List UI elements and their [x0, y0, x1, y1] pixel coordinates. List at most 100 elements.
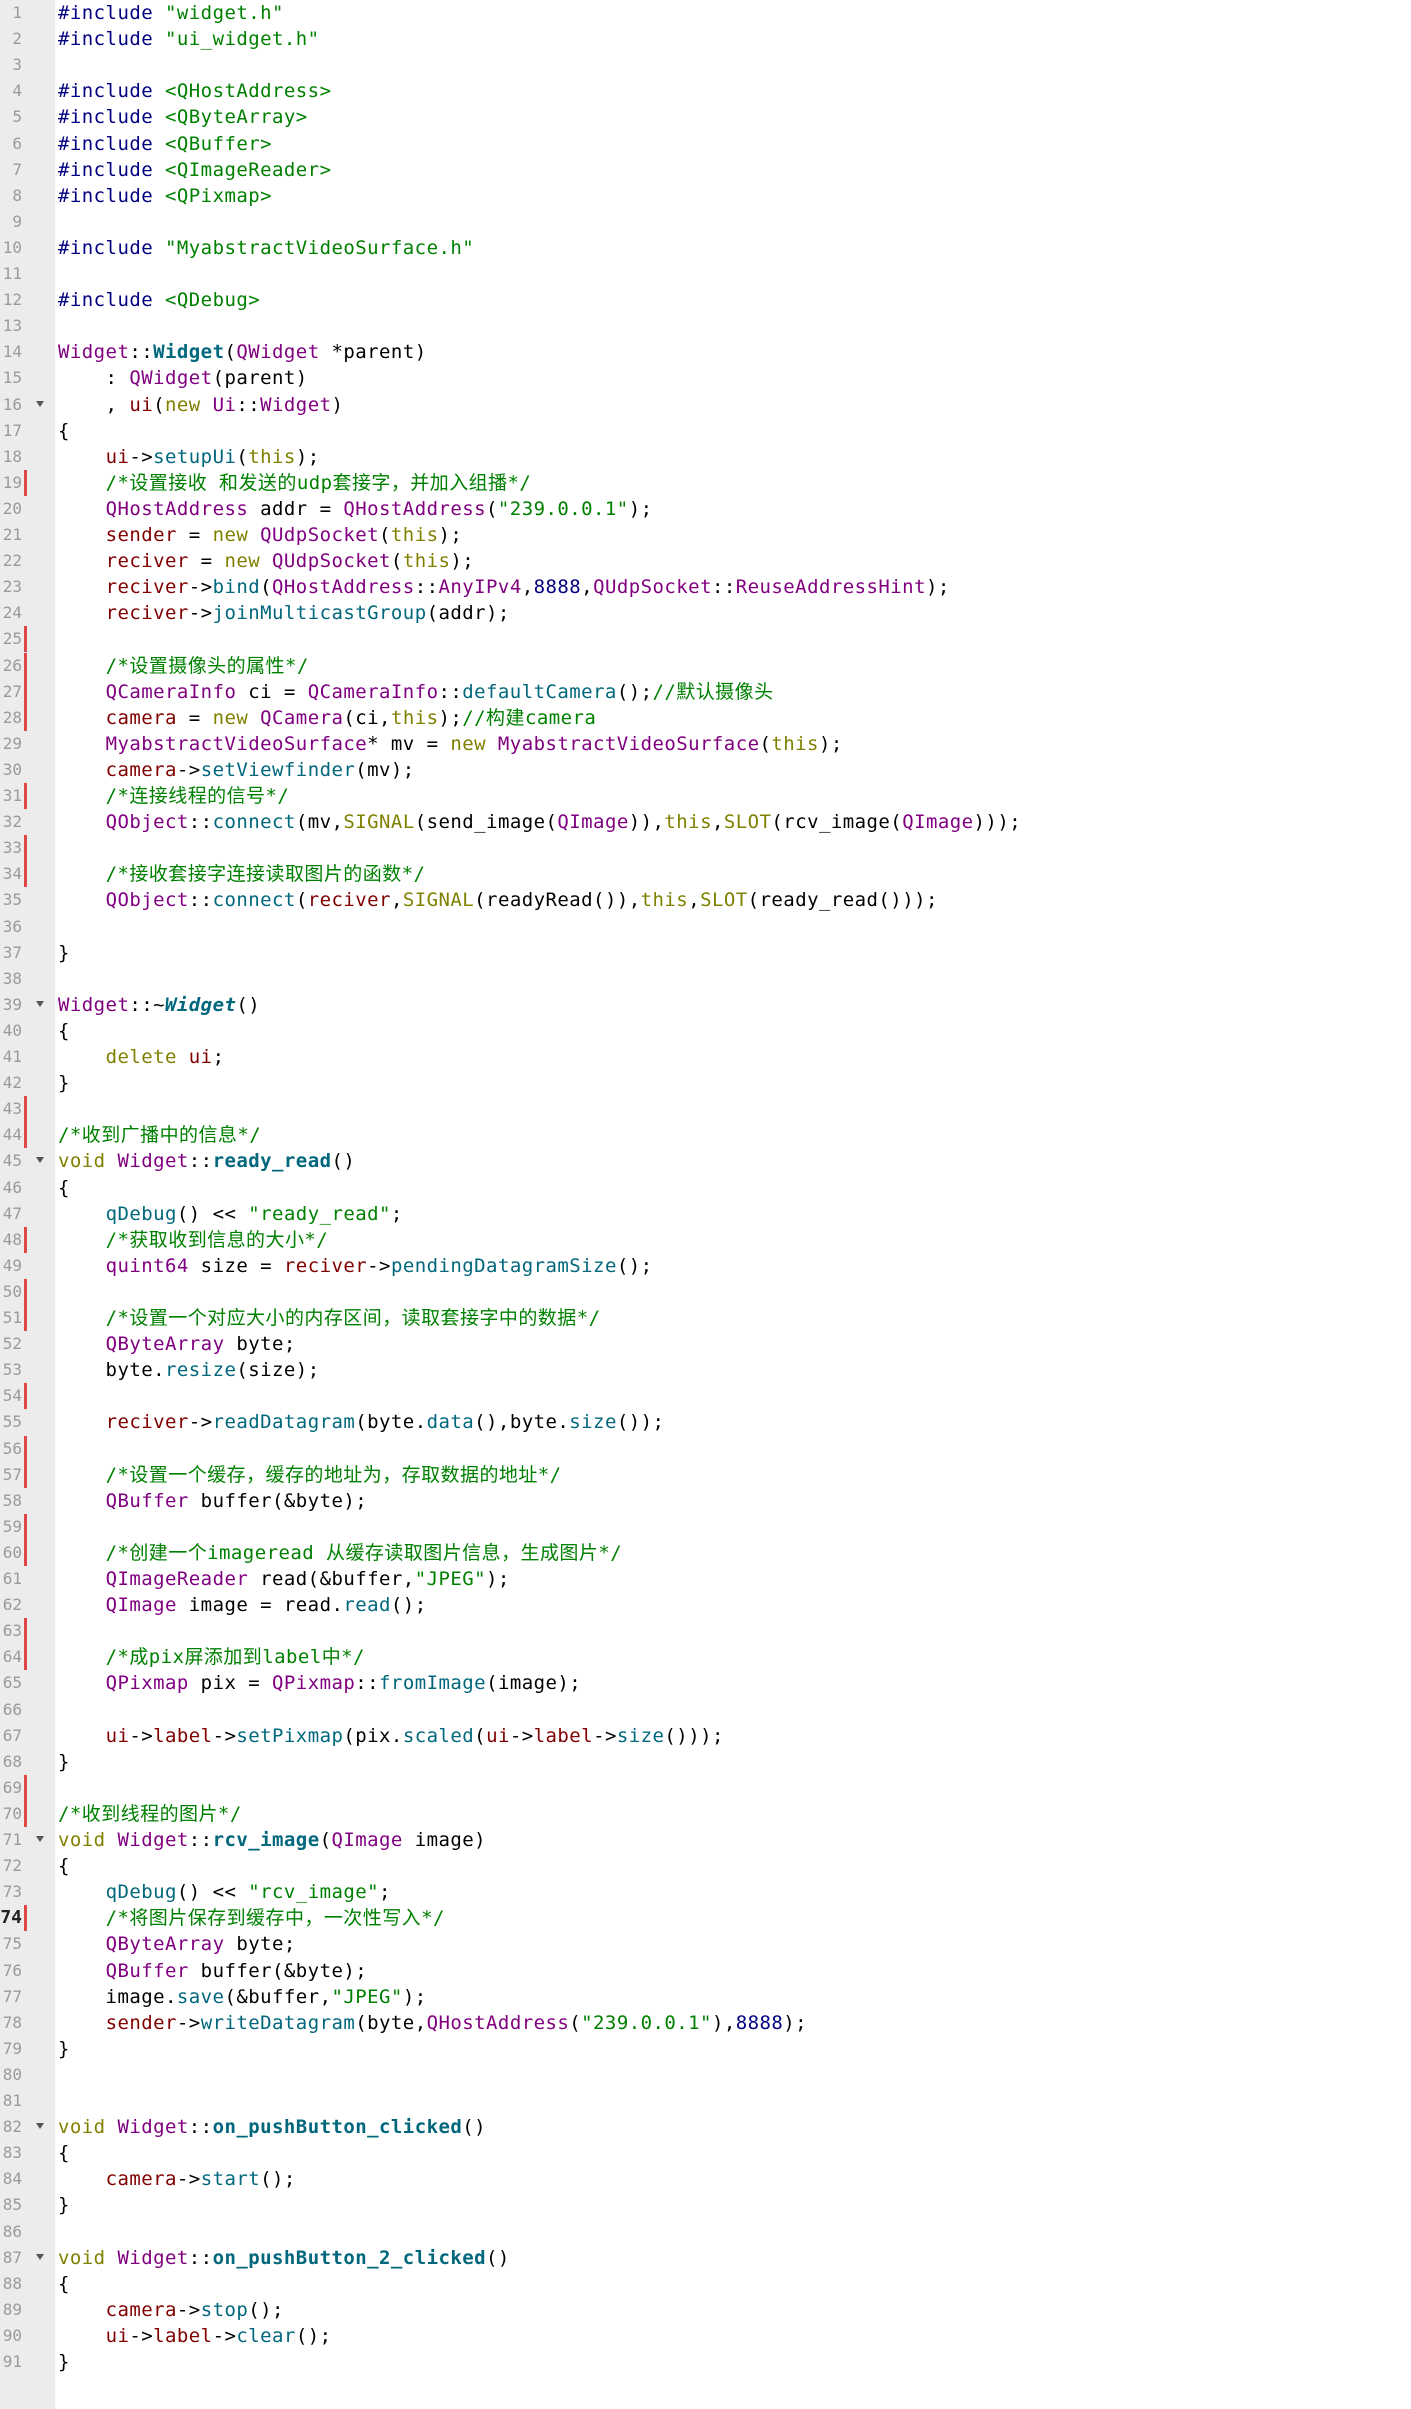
code-line[interactable]: 56 — [0, 1435, 1411, 1462]
code-line[interactable]: 47 qDebug() << "ready_read"; — [0, 1201, 1411, 1227]
code-line[interactable]: 63 — [0, 1618, 1411, 1645]
fold-arrow-icon[interactable] — [36, 1836, 44, 1842]
code-line[interactable]: 9 — [0, 209, 1411, 235]
code-line[interactable]: 25 — [0, 626, 1411, 653]
code-line[interactable]: 46 { — [0, 1175, 1411, 1201]
fold-arrow-icon[interactable] — [36, 2123, 44, 2130]
code-line[interactable]: 38 — [0, 966, 1411, 992]
code-line[interactable]: 19 /*设置接收 和发送的udp套接字，并加入组播*/ — [0, 469, 1411, 496]
code-line[interactable]: 45 void Widget::ready_read() — [0, 1148, 1411, 1174]
code-line[interactable]: 77 image.save(&buffer,"JPEG"); — [0, 1984, 1411, 2010]
code-line[interactable]: 40 { — [0, 1018, 1411, 1044]
code-line[interactable]: 66 — [0, 1697, 1411, 1723]
code-line[interactable]: 41 delete ui; — [0, 1044, 1411, 1070]
code-line[interactable]: 33 — [0, 835, 1411, 862]
code-line[interactable]: 22 reciver = new QUdpSocket(this); — [0, 548, 1411, 574]
code-line[interactable]: 24 reciver->joinMulticastGroup(addr); — [0, 600, 1411, 626]
code-line[interactable]: 43 — [0, 1096, 1411, 1123]
code-line[interactable]: 3 — [0, 52, 1411, 78]
code-line[interactable]: 34 /*接收套接字连接读取图片的函数*/ — [0, 861, 1411, 888]
code-line[interactable]: 35 QObject::connect(reciver,SIGNAL(ready… — [0, 887, 1411, 913]
code-line[interactable]: 42} — [0, 1070, 1411, 1096]
code-line[interactable]: 12 #include <QDebug> — [0, 287, 1411, 313]
code-line[interactable]: 20 QHostAddress addr = QHostAddress("239… — [0, 496, 1411, 522]
code-line[interactable]: 23 reciver->bind(QHostAddress::AnyIPv4,8… — [0, 574, 1411, 600]
code-line[interactable]: 18 ui->setupUi(this); — [0, 444, 1411, 470]
code-line[interactable]: 68} — [0, 1749, 1411, 1775]
code-line[interactable]: 60 /*创建一个imageread 从缓存读取图片信息，生成图片*/ — [0, 1539, 1411, 1566]
code-line[interactable]: 6 #include <QBuffer> — [0, 131, 1411, 157]
code-line[interactable]: 52 QByteArray byte; — [0, 1331, 1411, 1357]
code-line[interactable]: 73 qDebug() << "rcv_image"; — [0, 1879, 1411, 1905]
code-line[interactable]: 48 /*获取收到信息的大小*/ — [0, 1226, 1411, 1253]
code-line[interactable]: 58 QBuffer buffer(&byte); — [0, 1488, 1411, 1514]
code-line[interactable]: 13 — [0, 313, 1411, 339]
code-line[interactable]: 87 void Widget::on_pushButton_2_clicked() — [0, 2245, 1411, 2271]
code-line[interactable]: 71 void Widget::rcv_image(QImage image) — [0, 1827, 1411, 1853]
code-line[interactable]: 51 /*设置一个对应大小的内存区间，读取套接字中的数据*/ — [0, 1305, 1411, 1331]
code-line[interactable]: 36 — [0, 914, 1411, 940]
code-line[interactable]: 62 QImage image = read.read(); — [0, 1592, 1411, 1618]
code-line[interactable]: 31 /*连接线程的信号*/ — [0, 783, 1411, 809]
code-line[interactable]: 37} — [0, 940, 1411, 966]
code-line[interactable]: 44 /*收到广播中的信息*/ — [0, 1122, 1411, 1149]
code-line[interactable]: 65 QPixmap pix = QPixmap::fromImage(imag… — [0, 1670, 1411, 1696]
code-line[interactable]: 15 : QWidget(parent) — [0, 365, 1411, 391]
fold-arrow-icon[interactable] — [36, 1157, 44, 1164]
code-line[interactable]: 88 { — [0, 2271, 1411, 2297]
code-line[interactable]: 91} — [0, 2349, 1411, 2375]
code-line[interactable]: 72 { — [0, 1853, 1411, 1879]
code-line[interactable]: 50 — [0, 1278, 1411, 1305]
code-line[interactable]: 27 QCameraInfo ci = QCameraInfo::default… — [0, 678, 1411, 705]
code-line[interactable]: 67 ui->label->setPixmap(pix.scaled(ui->l… — [0, 1723, 1411, 1749]
code-line[interactable]: 53 byte.resize(size); — [0, 1357, 1411, 1383]
fold-arrow-icon[interactable] — [36, 2253, 44, 2260]
code-token: size — [616, 1724, 665, 1747]
code-line[interactable]: 28 camera = new QCamera(ci,this);//构建cam… — [0, 704, 1411, 731]
code-line[interactable]: 85} — [0, 2192, 1411, 2218]
code-line[interactable]: 82 void Widget::on_pushButton_clicked() — [0, 2114, 1411, 2140]
code-line[interactable]: 81 — [0, 2088, 1411, 2114]
code-line[interactable]: 70 /*收到线程的图片*/ — [0, 1800, 1411, 1827]
code-area[interactable]: 1 #include "widget.h" 2 #include "ui_widget… — [0, 0, 1411, 2409]
code-line[interactable]: 64 /*成pix屏添加到label中*/ — [0, 1644, 1411, 1671]
code-line[interactable]: 83 { — [0, 2140, 1411, 2166]
code-line[interactable]: 54 — [0, 1383, 1411, 1410]
code-line[interactable]: 32 QObject::connect(mv,SIGNAL(send_image… — [0, 809, 1411, 835]
code-line[interactable]: 90 ui->label->clear(); — [0, 2323, 1411, 2349]
code-line[interactable]: 76 QBuffer buffer(&byte); — [0, 1958, 1411, 1984]
code-line[interactable]: 5 #include <QByteArray> — [0, 104, 1411, 130]
code-line[interactable]: 61 QImageReader read(&buffer,"JPEG"); — [0, 1566, 1411, 1592]
code-line[interactable]: 69 — [0, 1774, 1411, 1801]
code-line[interactable]: 59 — [0, 1513, 1411, 1540]
code-line[interactable]: 80 — [0, 2062, 1411, 2088]
code-line[interactable]: 89 camera->stop(); — [0, 2297, 1411, 2323]
code-line[interactable]: 2 #include "ui_widget.h" — [0, 26, 1411, 52]
code-line[interactable]: 7 #include <QImageReader> — [0, 157, 1411, 183]
code-line[interactable]: 26 /*设置摄像头的属性*/ — [0, 652, 1411, 679]
code-line[interactable]: 57 /*设置一个缓存，缓存的地址为，存取数据的地址*/ — [0, 1461, 1411, 1488]
code-line[interactable]: 84 camera->start(); — [0, 2166, 1411, 2192]
code-line[interactable]: 8 #include <QPixmap> — [0, 183, 1411, 209]
code-line[interactable]: 55 reciver->readDatagram(byte.data(),byt… — [0, 1409, 1411, 1435]
fold-arrow-icon[interactable] — [36, 400, 44, 407]
code-line[interactable]: 11 — [0, 261, 1411, 287]
code-line[interactable]: 78 sender->writeDatagram(byte,QHostAddre… — [0, 2010, 1411, 2036]
code-line[interactable]: 10 #include "MyabstractVideoSurface.h" — [0, 235, 1411, 261]
code-line[interactable]: 79} — [0, 2036, 1411, 2062]
code-line[interactable]: 4 #include <QHostAddress> — [0, 78, 1411, 104]
code-line[interactable]: 86 — [0, 2219, 1411, 2245]
code-line[interactable]: 14 Widget::Widget(QWidget *parent) — [0, 339, 1411, 365]
code-line[interactable]: 17 { — [0, 418, 1411, 444]
code-line[interactable]: 39 Widget::~Widget() — [0, 992, 1411, 1018]
fold-arrow-icon[interactable] — [36, 1000, 44, 1007]
code-line[interactable]: 74 /*将图片保存到缓存中，一次性写入*/ — [0, 1905, 1411, 1932]
code-line[interactable]: 75 QByteArray byte; — [0, 1931, 1411, 1957]
code-line[interactable]: 29 MyabstractVideoSurface* mv = new Myab… — [0, 731, 1411, 757]
code-line[interactable]: 21 sender = new QUdpSocket(this); — [0, 522, 1411, 548]
code-line[interactable]: 49 quint64 size = reciver->pendingDatagr… — [0, 1253, 1411, 1279]
code-line[interactable]: 30 camera->setViewfinder(mv); — [0, 757, 1411, 783]
code-editor[interactable]: 1 #include "widget.h" 2 #include "ui_widget… — [0, 0, 1411, 2409]
code-line[interactable]: 16 , ui(new Ui::Widget) — [0, 392, 1411, 418]
code-line[interactable]: 1 #include "widget.h" — [0, 0, 1411, 26]
